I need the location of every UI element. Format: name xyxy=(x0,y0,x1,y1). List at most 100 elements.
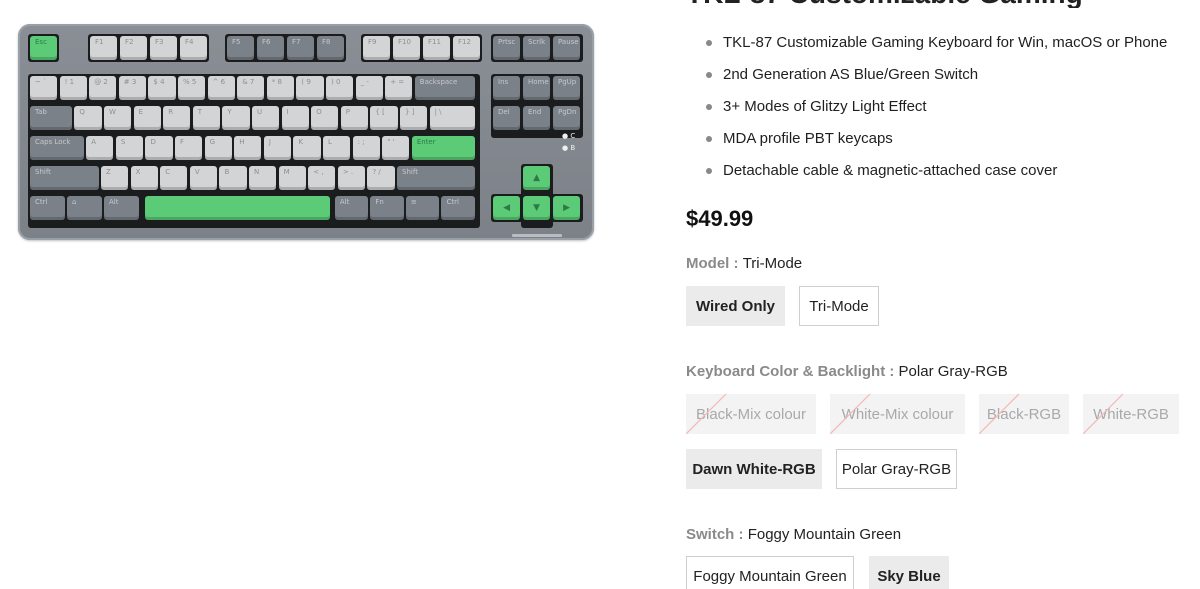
keycap: X xyxy=(130,166,158,190)
keycap: V xyxy=(189,166,218,190)
keycap: Shift xyxy=(397,166,475,190)
keycap: PgDn xyxy=(553,106,581,130)
keycap: Fn xyxy=(370,196,404,220)
keycap: C xyxy=(160,166,188,190)
keycap: K xyxy=(293,136,321,160)
color-option-label-text: White-RGB xyxy=(1093,405,1169,423)
keycap: ! 1 xyxy=(59,76,87,100)
keycap: % 5 xyxy=(178,76,206,100)
keycap: " ' xyxy=(382,136,410,160)
feature-item: Detachable cable & magnetic-attached cas… xyxy=(706,161,1167,193)
product-image[interactable]: Esc F1 F2 F3 F4 F5 F6 F7 F8 F9 F10 F11 F12 Prtsc Scrlk… xyxy=(18,24,594,240)
feature-text: Detachable cable & magnetic-attached cas… xyxy=(723,162,1058,179)
keycap: F xyxy=(175,136,203,160)
color-selected-value: Polar Gray-RGB xyxy=(898,363,1008,380)
feature-text: TKL-87 Customizable Gaming Keyboard for … xyxy=(723,34,1168,51)
keycap: PgUp xyxy=(553,76,581,100)
keycap: M xyxy=(278,166,306,190)
keycap: A xyxy=(86,136,114,160)
keycap: L xyxy=(323,136,351,160)
keycap: } ] xyxy=(400,106,428,130)
indicator-led: ● C xyxy=(562,132,576,140)
model-selected-value: Tri-Mode xyxy=(742,255,803,272)
keycap: F8 xyxy=(317,36,345,60)
keycap: E xyxy=(133,106,161,130)
keycap: > . xyxy=(337,166,366,190)
feature-text: 3+ Modes of Glitzy Light Effect xyxy=(723,98,927,115)
keycap: | \ xyxy=(429,106,475,130)
keycap: F2 xyxy=(120,36,148,60)
keycap: Y xyxy=(222,106,250,130)
feature-list: TKL-87 Customizable Gaming Keyboard for … xyxy=(706,33,1167,193)
color-option-dawn-white-rgb[interactable]: Dawn White-RGB xyxy=(686,449,822,489)
feature-text: 2nd Generation AS Blue/Green Switch xyxy=(723,66,979,83)
color-option-label-text: White-Mix colour xyxy=(841,405,954,423)
keycap: F6 xyxy=(257,36,285,60)
keycap: Del xyxy=(493,106,521,130)
product-title-text: TKL-87 Customizable Gaming Keyboard xyxy=(686,0,1083,8)
keycap: : ; xyxy=(352,136,380,160)
model-option-wired-only[interactable]: Wired Only xyxy=(686,286,785,326)
keycap: * 8 xyxy=(266,76,294,100)
keycap: G xyxy=(204,136,232,160)
color-option-black-rgb[interactable]: Black-RGB xyxy=(979,394,1069,434)
keycap: Ctrl xyxy=(441,196,475,220)
switch-option-sky-blue[interactable]: Sky Blue xyxy=(869,556,949,589)
feature-text: MDA profile PBT keycaps xyxy=(723,130,893,147)
feature-item: 3+ Modes of Glitzy Light Effect xyxy=(706,97,1167,129)
keycap: F7 xyxy=(287,36,315,60)
keycap: F9 xyxy=(363,36,391,60)
keycap: Enter xyxy=(411,136,475,160)
keycap: Shift xyxy=(30,166,99,190)
keycap: F11 xyxy=(423,36,451,60)
keycap: W xyxy=(104,106,132,130)
keycap: O xyxy=(311,106,339,130)
bullet-icon xyxy=(706,40,712,46)
indicator-led: ● B xyxy=(562,144,576,152)
keycap: ~ ` xyxy=(30,76,58,100)
keycap: Ctrl xyxy=(30,196,65,220)
keycap: Ins xyxy=(493,76,521,100)
keycap: I xyxy=(281,106,309,130)
keycap: ⌂ xyxy=(67,196,102,220)
color-option-label-text: Black-RGB xyxy=(986,405,1062,423)
keycap: $ 4 xyxy=(148,76,176,100)
color-option-white-mix[interactable]: White-Mix colour xyxy=(830,394,965,434)
color-option-polar-gray-rgb[interactable]: Polar Gray-RGB xyxy=(836,449,957,489)
color-option-black-mix[interactable]: Black-Mix colour xyxy=(686,394,816,434)
bullet-icon xyxy=(706,168,712,174)
keycap: # 3 xyxy=(118,76,146,100)
model-option-label: Model : Tri-Mode xyxy=(686,255,803,272)
keycap: Backspace xyxy=(414,76,475,100)
keycap: Alt xyxy=(334,196,368,220)
color-option-white-rgb[interactable]: White-RGB xyxy=(1083,394,1179,434)
keycap: F4 xyxy=(180,36,208,60)
keycap: < , xyxy=(308,166,336,190)
keycap: ^ 6 xyxy=(207,76,235,100)
color-label-name: Keyboard Color & Backlight xyxy=(686,363,886,380)
keycap: ▶ xyxy=(553,196,581,220)
keycap: U xyxy=(252,106,280,130)
keycap: Home xyxy=(523,76,551,100)
keycap: S xyxy=(115,136,144,160)
product-price: $49.99 xyxy=(686,206,754,231)
model-option-tri-mode[interactable]: Tri-Mode xyxy=(799,286,879,326)
switch-option-label: Switch : Foggy Mountain Green xyxy=(686,526,902,543)
keycap: Caps Lock xyxy=(30,136,84,160)
color-option-label: Keyboard Color & Backlight : Polar Gray-… xyxy=(686,363,1008,380)
keycap: { [ xyxy=(370,106,398,130)
switch-option-foggy-mountain-green[interactable]: Foggy Mountain Green xyxy=(686,556,854,589)
keycap: T xyxy=(192,106,220,130)
feature-item: TKL-87 Customizable Gaming Keyboard for … xyxy=(706,33,1167,65)
keycap: F10 xyxy=(393,36,421,60)
keycap: Scrlk xyxy=(523,36,551,60)
bullet-icon xyxy=(706,104,712,110)
keycap: H xyxy=(234,136,262,160)
keycap: End xyxy=(523,106,551,130)
keycap: & 7 xyxy=(237,76,265,100)
model-label-name: Model xyxy=(686,255,730,272)
keycap: + = xyxy=(385,76,413,100)
switch-label-name: Switch xyxy=(686,526,735,543)
keycap: ▼ xyxy=(523,196,551,220)
keycap xyxy=(145,196,330,220)
